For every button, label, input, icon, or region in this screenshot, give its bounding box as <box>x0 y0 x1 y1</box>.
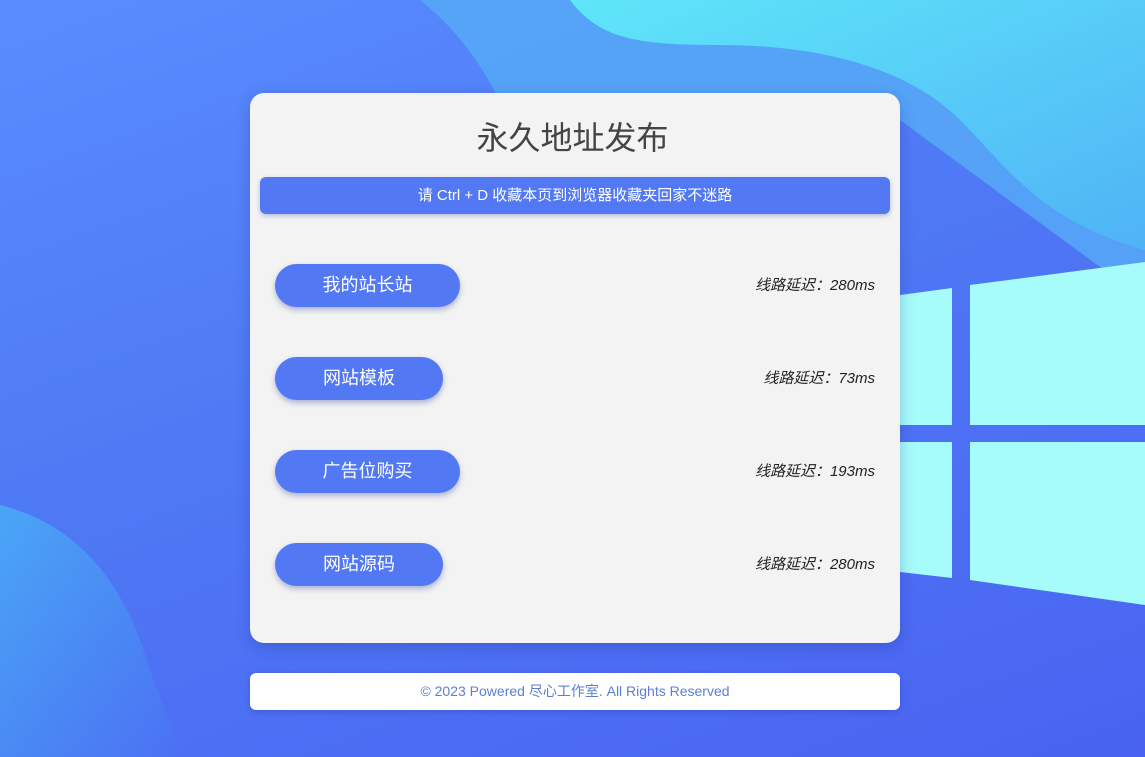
link-button-website-templates[interactable]: 网站模板 <box>275 357 443 400</box>
footer-copyright: © 2023 Powered 尽心工作室. All Rights Reserve… <box>250 673 900 710</box>
link-button-ad-purchase[interactable]: 广告位购买 <box>275 450 460 493</box>
link-row: 我的站长站 线路延迟：280ms <box>275 264 875 307</box>
main-card: 请 Ctrl + D 收藏本页到浏览器收藏夹回家不迷路 我的站长站 线路延迟：2… <box>250 93 900 643</box>
latency-label: 线路延迟：73ms <box>763 370 875 387</box>
link-button-source-code[interactable]: 网站源码 <box>275 543 443 586</box>
latency-label: 线路延迟：280ms <box>754 556 875 573</box>
bookmark-notice: 请 Ctrl + D 收藏本页到浏览器收藏夹回家不迷路 <box>260 177 890 214</box>
link-button-my-webmaster[interactable]: 我的站长站 <box>275 264 460 307</box>
link-row: 广告位购买 线路延迟：193ms <box>275 450 875 493</box>
windows-logo-icon <box>900 262 1145 605</box>
page-title: 永久地址发布 <box>476 120 669 156</box>
link-row: 网站模板 线路延迟：73ms <box>275 357 875 400</box>
latency-label: 线路延迟：193ms <box>754 463 875 480</box>
link-row: 网站源码 线路延迟：280ms <box>275 543 875 586</box>
latency-label: 线路延迟：280ms <box>754 277 875 294</box>
